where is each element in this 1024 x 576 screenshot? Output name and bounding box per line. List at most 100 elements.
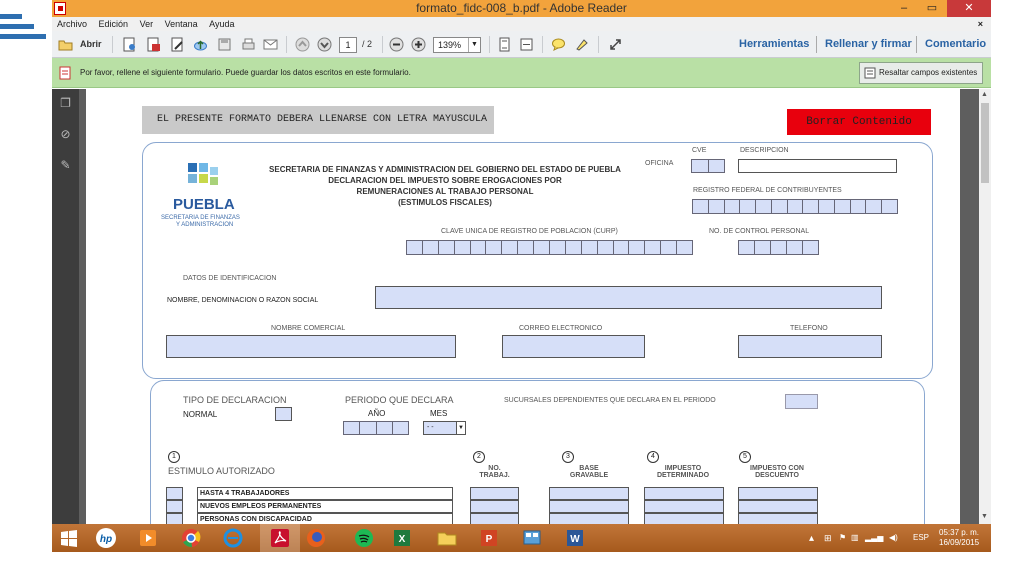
- menu-edicion[interactable]: Edición: [99, 19, 129, 29]
- fit-width-icon[interactable]: [519, 37, 534, 52]
- base-gravable-cell[interactable]: [549, 513, 629, 524]
- fit-page-icon[interactable]: [497, 37, 512, 52]
- print-icon[interactable]: [241, 37, 256, 52]
- estimulo-autorizado-header: ESTIMULO AUTORIZADO: [168, 466, 275, 476]
- powerpoint-icon[interactable]: P: [478, 527, 500, 549]
- telefono-field[interactable]: [738, 335, 882, 358]
- highlight-icon[interactable]: [574, 37, 589, 52]
- mes-select[interactable]: - - ▼: [423, 421, 466, 435]
- descripcion-field[interactable]: [738, 159, 897, 173]
- row-checkbox[interactable]: [166, 500, 183, 513]
- edit-pdf-icon[interactable]: [170, 37, 185, 52]
- row-checkbox[interactable]: [166, 487, 183, 500]
- excel-icon[interactable]: X: [391, 527, 413, 549]
- correo-field[interactable]: [502, 335, 645, 358]
- base-gravable-cell[interactable]: [549, 487, 629, 500]
- zoom-select[interactable]: 139% ▼: [433, 37, 481, 53]
- upload-cloud-icon[interactable]: [193, 37, 208, 52]
- page-number-input[interactable]: 1: [339, 37, 357, 53]
- open-button[interactable]: Abrir: [80, 37, 102, 52]
- network-icon[interactable]: ▥: [851, 533, 859, 542]
- open-folder-icon[interactable]: [58, 37, 73, 52]
- zoom-in-icon[interactable]: [411, 37, 426, 52]
- adobe-reader-icon[interactable]: [269, 527, 291, 549]
- cve-field[interactable]: [691, 159, 725, 173]
- language-indicator[interactable]: ESP: [913, 533, 929, 542]
- scrollbar-thumb[interactable]: [981, 103, 989, 183]
- impuesto-descuento-cell[interactable]: [738, 513, 818, 524]
- impuesto-determinado-cell[interactable]: [644, 513, 724, 524]
- menu-ventana[interactable]: Ventana: [165, 19, 198, 29]
- show-hidden-icons-icon[interactable]: ▴: [809, 533, 814, 544]
- previous-page-icon[interactable]: [295, 37, 310, 52]
- file-explorer-icon[interactable]: [436, 527, 458, 549]
- fill-sign-link[interactable]: Rellenar y firmar: [825, 38, 912, 50]
- save-icon[interactable]: [217, 37, 232, 52]
- windows-start-icon[interactable]: [58, 527, 80, 549]
- maximize-button[interactable]: ▭: [918, 0, 946, 17]
- signal-icon[interactable]: ▂▃▅: [865, 533, 883, 542]
- action-center-icon[interactable]: ⊞: [824, 533, 832, 544]
- impuesto-determinado-cell[interactable]: [644, 487, 724, 500]
- header-line: DETERMINADO: [656, 472, 710, 479]
- volume-icon[interactable]: ◀): [889, 533, 898, 542]
- vertical-scrollbar[interactable]: ▲ ▼: [979, 89, 991, 524]
- highlight-fields-icon: [864, 67, 876, 79]
- control-panel-icon[interactable]: [521, 527, 543, 549]
- email-icon[interactable]: [263, 37, 278, 52]
- internet-explorer-icon[interactable]: [222, 527, 244, 549]
- form-title-line: (ESTIMULOS FISCALES): [398, 198, 492, 207]
- clear-content-button[interactable]: Borrar Contenido: [787, 109, 931, 135]
- form-title: SECRETARIA DE FINANZAS Y ADMINISTRACION …: [262, 164, 628, 208]
- impuesto-descuento-header: IMPUESTO CON DESCUENTO: [734, 465, 820, 479]
- hp-icon[interactable]: hp: [95, 527, 117, 549]
- word-icon[interactable]: W: [564, 527, 586, 549]
- rfc-field[interactable]: [692, 199, 898, 214]
- base-gravable-cell[interactable]: [549, 500, 629, 513]
- tools-link[interactable]: Herramientas: [739, 38, 809, 50]
- no-trabaj-cell[interactable]: [470, 487, 519, 500]
- pages-panel-icon[interactable]: ❐: [59, 96, 72, 110]
- curp-field[interactable]: [406, 240, 694, 255]
- chevron-down-icon[interactable]: ▼: [456, 422, 465, 434]
- scroll-up-icon[interactable]: ▲: [981, 91, 988, 98]
- export-pdf-icon[interactable]: [146, 37, 161, 52]
- chevron-down-icon[interactable]: ▼: [468, 38, 480, 52]
- nombre-comercial-field[interactable]: [166, 335, 456, 358]
- scroll-down-icon[interactable]: ▼: [981, 513, 988, 520]
- create-pdf-icon[interactable]: [122, 37, 137, 52]
- signatures-icon[interactable]: ✎: [59, 158, 72, 172]
- minimize-button[interactable]: –: [890, 0, 918, 17]
- impuesto-descuento-cell[interactable]: [738, 487, 818, 500]
- row-label: NUEVOS EMPLEOS PERMANENTES: [197, 500, 453, 513]
- menu-ayuda[interactable]: Ayuda: [209, 19, 234, 29]
- chrome-icon[interactable]: [180, 527, 202, 549]
- no-trabaj-cell[interactable]: [470, 513, 519, 524]
- sucursales-field[interactable]: [785, 394, 818, 409]
- close-button[interactable]: ✕: [947, 0, 991, 17]
- close-document-button[interactable]: ×: [978, 17, 983, 31]
- nombre-razon-field[interactable]: [375, 286, 882, 309]
- comment-bubble-icon[interactable]: [551, 37, 566, 52]
- next-page-icon[interactable]: [317, 37, 332, 52]
- attachments-icon[interactable]: ⊘: [59, 127, 72, 141]
- normal-checkbox[interactable]: [275, 407, 292, 421]
- comment-link[interactable]: Comentario: [925, 38, 986, 50]
- no-trabaj-cell[interactable]: [470, 500, 519, 513]
- control-field[interactable]: [738, 240, 819, 255]
- anio-field[interactable]: [343, 421, 409, 435]
- media-player-icon[interactable]: [137, 527, 159, 549]
- menu-ver[interactable]: Ver: [140, 19, 154, 29]
- impuesto-descuento-cell[interactable]: [738, 500, 818, 513]
- flag-icon[interactable]: ⚑: [839, 533, 846, 542]
- impuesto-determinado-cell[interactable]: [644, 500, 724, 513]
- zoom-out-icon[interactable]: [389, 37, 404, 52]
- menu-archivo[interactable]: Archivo: [57, 19, 87, 29]
- firefox-icon[interactable]: [305, 527, 327, 549]
- spotify-icon[interactable]: [353, 527, 375, 549]
- row-checkbox[interactable]: [166, 513, 183, 524]
- highlight-fields-button[interactable]: Resaltar campos existentes: [859, 62, 983, 84]
- clock-time: 05:37 p. m.: [939, 528, 980, 537]
- expand-icon[interactable]: [608, 37, 623, 52]
- clock[interactable]: 05:37 p. m. 16/09/2015: [939, 528, 979, 548]
